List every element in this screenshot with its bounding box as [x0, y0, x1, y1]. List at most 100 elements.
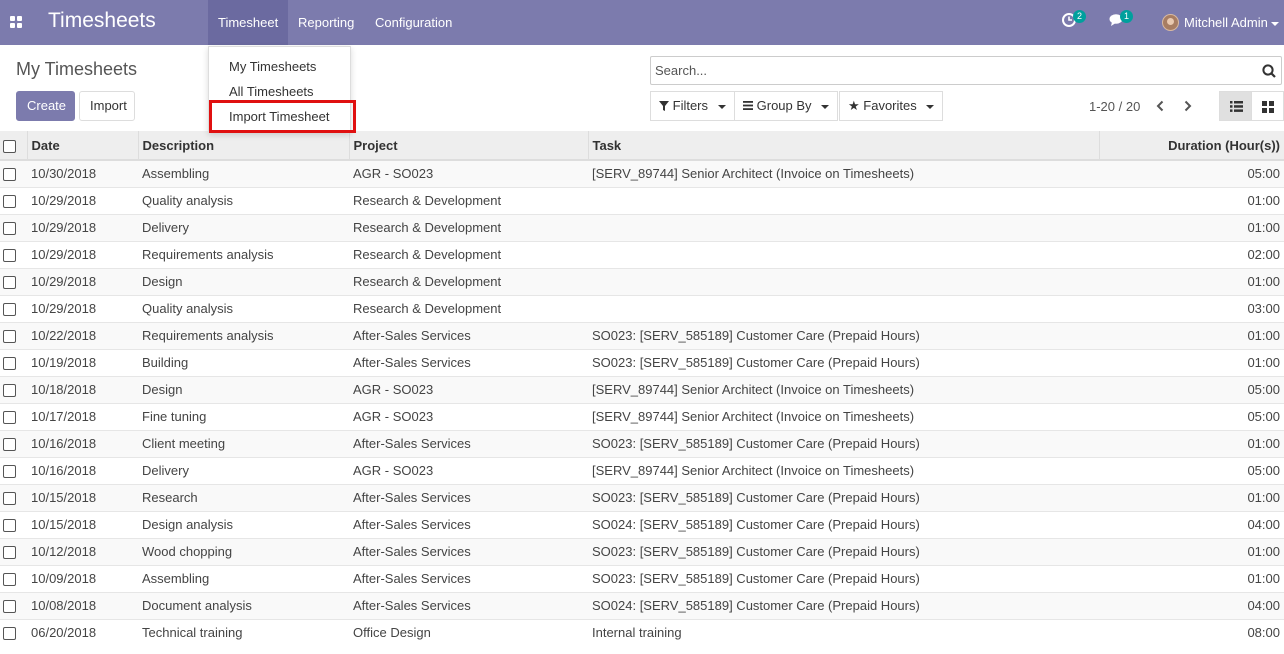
table-row[interactable]: 10/09/2018 Assembling After-Sales Services…: [0, 564, 1284, 592]
cell-task: [SERV_89744] Senior Architect (Invoice o…: [588, 402, 1099, 430]
timesheet-dropdown-menu: My Timesheets All Timesheets Import Time…: [208, 46, 356, 133]
table-row[interactable]: 06/20/2018 Technical training Office Desig…: [0, 618, 1284, 646]
group-by-button[interactable]: Group By: [734, 91, 839, 121]
table-row[interactable]: 10/17/2018 Fine tuning AGR - SO023 [SERV_89…: [0, 402, 1284, 430]
filters-button[interactable]: Filters: [650, 91, 735, 121]
cell-description: Design: [138, 375, 349, 403]
column-header-description[interactable]: Description: [138, 131, 350, 161]
apps-menu-icon[interactable]: [10, 16, 22, 28]
cell-task: [SERV_89744] Senior Architect (Invoice o…: [588, 456, 1099, 484]
table-row[interactable]: 10/29/2018 Design Research & Development 01…: [0, 267, 1284, 295]
row-checkbox[interactable]: [3, 492, 16, 506]
activity-button[interactable]: 2: [1062, 10, 1087, 30]
column-header-date[interactable]: Date: [27, 131, 139, 161]
search-icon[interactable]: [1262, 64, 1276, 78]
search-input[interactable]: [651, 57, 1241, 84]
row-select-cell: [0, 294, 27, 322]
row-checkbox[interactable]: [3, 411, 16, 425]
column-header-project[interactable]: Project: [349, 131, 589, 161]
menu-reporting[interactable]: Reporting: [288, 0, 364, 45]
cell-date: 10/16/2018: [27, 429, 138, 457]
row-checkbox[interactable]: [3, 465, 16, 479]
cell-date: 10/17/2018: [27, 402, 138, 430]
row-checkbox[interactable]: [3, 573, 16, 587]
table-row[interactable]: 10/29/2018 Delivery Research & Development…: [0, 213, 1284, 241]
table-row[interactable]: 10/30/2018 Assembling AGR - SO023 [SERV_897…: [0, 159, 1284, 187]
cell-task: SO023: [SERV_585189] Customer Care (Prep…: [588, 429, 1099, 457]
import-button[interactable]: Import: [79, 91, 135, 121]
row-checkbox[interactable]: [3, 600, 16, 614]
caret-down-icon: [821, 104, 830, 109]
list-bars-icon: [743, 101, 753, 110]
row-checkbox[interactable]: [3, 546, 16, 560]
select-all-checkbox[interactable]: [3, 139, 16, 153]
table-row[interactable]: 10/29/2018 Quality analysis Research & Dev…: [0, 186, 1284, 214]
row-checkbox[interactable]: [3, 168, 16, 182]
row-checkbox[interactable]: [3, 195, 16, 209]
cell-duration: 01:00: [1099, 348, 1284, 376]
column-header-task[interactable]: Task: [588, 131, 1100, 161]
chevron-left-icon[interactable]: [1155, 100, 1165, 112]
create-button[interactable]: Create: [16, 91, 75, 121]
table-row[interactable]: 10/29/2018 Requirements analysis Research …: [0, 240, 1284, 268]
app-title[interactable]: Timesheets: [48, 9, 156, 33]
row-checkbox[interactable]: [3, 276, 16, 290]
row-checkbox[interactable]: [3, 222, 16, 236]
cell-duration: 05:00: [1099, 456, 1284, 484]
menu-my-timesheets[interactable]: My Timesheets: [229, 59, 316, 74]
cell-duration: 01:00: [1099, 213, 1284, 241]
kanban-view-button[interactable]: [1251, 91, 1284, 121]
cell-date: 10/15/2018: [27, 510, 138, 538]
table-row[interactable]: 10/22/2018 Requirements analysis After-Sal…: [0, 321, 1284, 349]
table-row[interactable]: 10/16/2018 Delivery AGR - SO023 [SERV_89744…: [0, 456, 1284, 484]
table-row[interactable]: 10/15/2018 Research After-Sales Services SO…: [0, 483, 1284, 511]
filters-label: Filters: [672, 98, 709, 113]
favorites-button[interactable]: ★ Favorites: [839, 91, 944, 121]
row-checkbox[interactable]: [3, 627, 16, 641]
row-checkbox[interactable]: [3, 519, 16, 533]
row-checkbox[interactable]: [3, 357, 16, 371]
row-checkbox[interactable]: [3, 303, 16, 317]
table-header-row: Date Description Project Task Duration (…: [0, 131, 1284, 161]
table-row[interactable]: 10/18/2018 Design AGR - SO023 [SERV_89744] …: [0, 375, 1284, 403]
messages-badge: 1: [1120, 10, 1134, 23]
table-row[interactable]: 10/19/2018 Building After-Sales Services SO…: [0, 348, 1284, 376]
row-checkbox[interactable]: [3, 330, 16, 344]
chevron-right-icon[interactable]: [1183, 100, 1193, 112]
row-select-cell: [0, 618, 27, 646]
menu-all-timesheets[interactable]: All Timesheets: [229, 84, 314, 99]
cell-task: [588, 240, 1099, 268]
cell-task: SO023: [SERV_585189] Customer Care (Prep…: [588, 564, 1099, 592]
list-view-button[interactable]: [1219, 91, 1252, 121]
timesheet-list: Date Description Project Task Duration (…: [0, 131, 1284, 646]
cell-task: SO023: [SERV_585189] Customer Care (Prep…: [588, 348, 1099, 376]
user-name: Mitchell Admin: [1184, 15, 1268, 30]
cell-date: 10/29/2018: [27, 240, 138, 268]
row-select-cell: [0, 267, 27, 295]
menu-configuration[interactable]: Configuration: [365, 0, 462, 45]
cell-project: AGR - SO023: [349, 402, 588, 430]
filter-icon: [659, 101, 669, 111]
table-row[interactable]: 10/15/2018 Design analysis After-Sales Ser…: [0, 510, 1284, 538]
row-select-cell: [0, 186, 27, 214]
row-select-cell: [0, 429, 27, 457]
table-row[interactable]: 10/12/2018 Wood chopping After-Sales Servi…: [0, 537, 1284, 565]
row-checkbox[interactable]: [3, 384, 16, 398]
caret-down-icon: [1271, 21, 1280, 26]
cell-description: Fine tuning: [138, 402, 349, 430]
cell-description: Requirements analysis: [138, 321, 349, 349]
table-row[interactable]: 10/16/2018 Client meeting After-Sales Serv…: [0, 429, 1284, 457]
column-header-duration[interactable]: Duration (Hour(s)): [1099, 131, 1284, 161]
row-checkbox[interactable]: [3, 249, 16, 263]
table-row[interactable]: 10/29/2018 Quality analysis Research & Dev…: [0, 294, 1284, 322]
pager-value[interactable]: 1-20 / 20: [1089, 99, 1140, 114]
cell-description: Design analysis: [138, 510, 349, 538]
row-checkbox[interactable]: [3, 438, 16, 452]
menu-timesheet[interactable]: Timesheet: [208, 0, 289, 45]
cell-task: SO023: [SERV_585189] Customer Care (Prep…: [588, 483, 1099, 511]
table-row[interactable]: 10/08/2018 Document analysis After-Sales S…: [0, 591, 1284, 619]
cell-duration: 01:00: [1099, 429, 1284, 457]
cell-project: After-Sales Services: [349, 510, 588, 538]
cell-project: Research & Development: [349, 267, 588, 295]
messages-button[interactable]: 1: [1109, 10, 1134, 30]
